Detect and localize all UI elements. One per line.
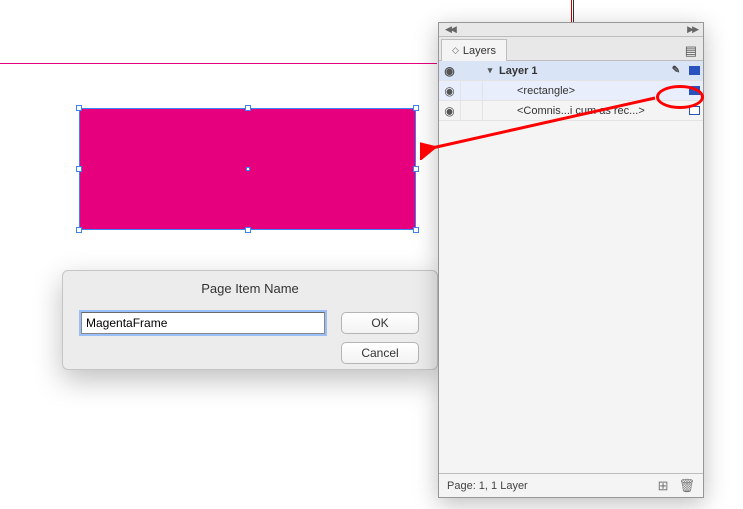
- current-layer-pen-icon: ✎: [667, 65, 685, 76]
- selection-handle-sw[interactable]: [76, 227, 82, 233]
- tab-label: Layers: [463, 45, 496, 57]
- lock-cell[interactable]: [461, 61, 483, 80]
- selection-handle-nw[interactable]: [76, 105, 82, 111]
- selection-handle-ne[interactable]: [413, 105, 419, 111]
- panel-collapse-left-icon[interactable]: ◀◀: [445, 24, 455, 35]
- layers-panel: ◀◀ ▶▶ ◇ Layers ▤ ◉ ▾ Layer 1 ✎ ◉ <rectan…: [438, 22, 704, 498]
- cancel-button[interactable]: Cancel: [341, 342, 419, 364]
- selection-handle-se[interactable]: [413, 227, 419, 233]
- panel-menu-icon[interactable]: ▤: [685, 43, 697, 59]
- layer-item-row[interactable]: ◉ <Comnis...i cum as rec...>: [439, 101, 703, 121]
- dialog-title: Page Item Name: [63, 281, 437, 296]
- item-name[interactable]: <rectangle>: [497, 85, 667, 97]
- selection-handle-s[interactable]: [245, 227, 251, 233]
- footer-status: Page: 1, 1 Layer: [447, 480, 528, 492]
- layer-list: ◉ ▾ Layer 1 ✎ ◉ <rectangle> ◉ <Comnis...…: [439, 61, 703, 473]
- selection-handle-n[interactable]: [245, 105, 251, 111]
- lock-cell[interactable]: [461, 81, 483, 100]
- canvas-rectangle[interactable]: [80, 109, 415, 229]
- selection-handle-w[interactable]: [76, 166, 82, 172]
- selection-swatch-icon[interactable]: [689, 86, 700, 95]
- lock-cell[interactable]: [461, 101, 483, 120]
- item-name-input[interactable]: [81, 312, 325, 334]
- delete-layer-icon[interactable]: 🗑: [678, 478, 695, 494]
- layer-name[interactable]: Layer 1: [497, 65, 667, 77]
- visibility-toggle-icon[interactable]: ◉: [439, 61, 461, 80]
- sort-icon: ◇: [452, 45, 459, 56]
- visibility-toggle-icon[interactable]: ◉: [439, 81, 461, 100]
- ok-button[interactable]: OK: [341, 312, 419, 334]
- selection-center-icon: [246, 167, 250, 171]
- item-name[interactable]: <Comnis...i cum as rec...>: [497, 105, 667, 117]
- disclosure-triangle-icon[interactable]: ▾: [483, 65, 497, 76]
- panel-topbar: ◀◀ ▶▶: [439, 23, 703, 37]
- panel-footer: Page: 1, 1 Layer ⊞ 🗑: [439, 473, 703, 497]
- tab-layers[interactable]: ◇ Layers: [441, 39, 507, 61]
- new-layer-icon[interactable]: ⊞: [658, 478, 669, 494]
- selection-swatch-icon[interactable]: [689, 106, 700, 115]
- panel-tab-bar: ◇ Layers: [439, 37, 703, 61]
- panel-collapse-right-icon[interactable]: ▶▶: [687, 24, 697, 35]
- layer-item-row[interactable]: ◉ <rectangle>: [439, 81, 703, 101]
- visibility-toggle-icon[interactable]: ◉: [439, 101, 461, 120]
- selection-swatch-icon[interactable]: [689, 66, 700, 75]
- layer-row[interactable]: ◉ ▾ Layer 1 ✎: [439, 61, 703, 81]
- page-item-name-dialog: Page Item Name OK Cancel: [62, 270, 438, 370]
- selection-handle-e[interactable]: [413, 166, 419, 172]
- horizontal-guide: [0, 63, 437, 64]
